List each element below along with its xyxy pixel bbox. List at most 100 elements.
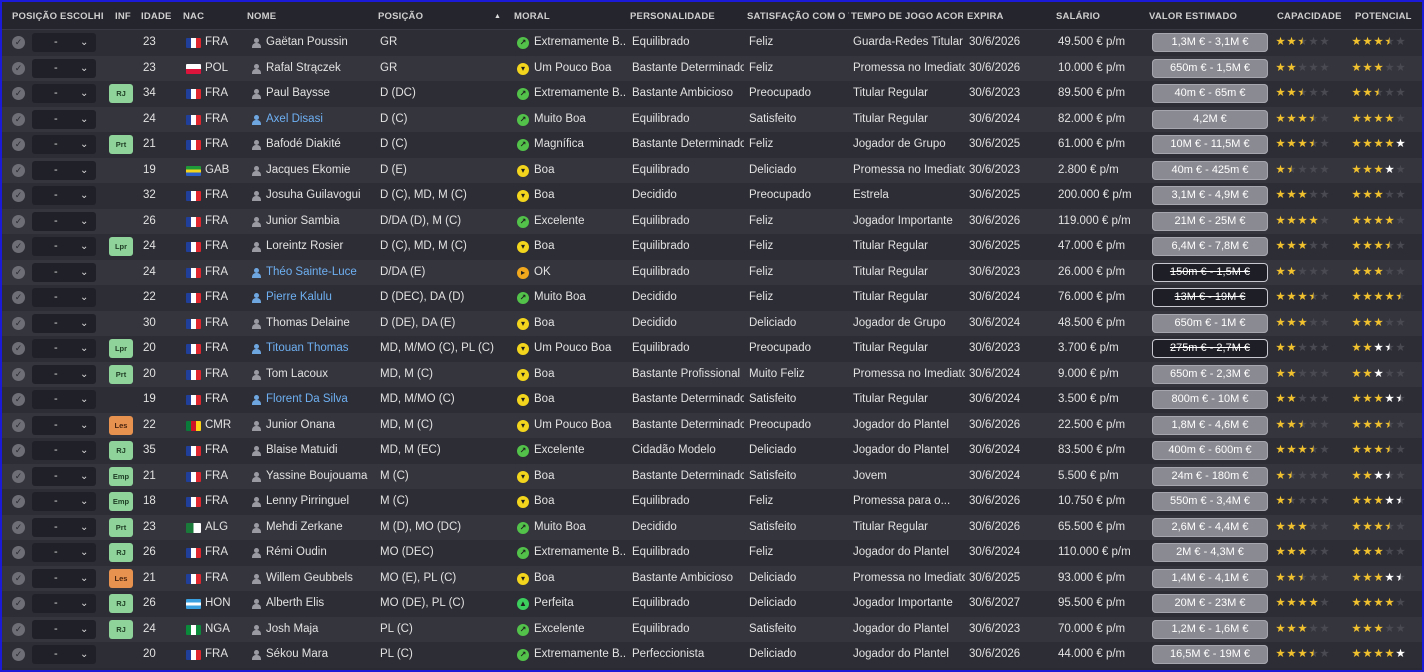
player-name-link[interactable]: Sékou Mara bbox=[266, 642, 376, 668]
position-select-dropdown[interactable]: - ⌄ bbox=[32, 160, 96, 180]
row-select-check-icon[interactable]: ✓ bbox=[12, 597, 25, 610]
player-name-link[interactable]: Junior Onana bbox=[266, 413, 376, 439]
info-badge[interactable]: Lpr bbox=[109, 339, 133, 358]
col-header-nationality[interactable]: NAC bbox=[183, 2, 219, 30]
position-select-dropdown[interactable]: - ⌄ bbox=[32, 492, 96, 511]
info-badge[interactable]: Lpr bbox=[109, 237, 133, 256]
col-header-position-selected[interactable]: POSIÇÃO ESCOLHIDA bbox=[12, 2, 104, 30]
player-name-link[interactable]: Gaëtan Poussin bbox=[266, 30, 376, 56]
row-select-check-icon[interactable]: ✓ bbox=[12, 316, 25, 330]
position-select-dropdown[interactable]: - ⌄ bbox=[32, 390, 96, 409]
info-badge[interactable]: RJ bbox=[109, 543, 133, 562]
player-name-link[interactable]: Jacques Ekomie bbox=[266, 158, 376, 184]
estimated-value-pill[interactable]: 6,4M € - 7,8M € bbox=[1152, 237, 1268, 256]
estimated-value-pill[interactable]: 20M € - 23M € bbox=[1152, 594, 1268, 613]
estimated-value-pill[interactable]: 1,8M € - 4,6M € bbox=[1152, 415, 1268, 435]
position-select-dropdown[interactable]: - ⌄ bbox=[32, 186, 96, 205]
position-select-dropdown[interactable]: - ⌄ bbox=[32, 619, 96, 639]
estimated-value-pill[interactable]: 40m € - 425m € bbox=[1152, 160, 1268, 180]
player-row[interactable]: ✓ - ⌄ 30 FRA Thomas Delaine D (DE), DA (E) ▾ Boa… bbox=[2, 310, 1422, 336]
info-badge[interactable]: RJ bbox=[109, 441, 133, 460]
col-header-expires[interactable]: EXPIRA bbox=[967, 2, 1047, 30]
estimated-value-pill[interactable]: 800m € - 10M € bbox=[1152, 390, 1268, 409]
player-row[interactable]: ✓ - ⌄ Lpr 24 FRA Loreintz Rosier D (C), MD, M (… bbox=[2, 234, 1422, 260]
estimated-value-pill[interactable]: 13M € - 19M € bbox=[1152, 288, 1268, 307]
col-header-inf[interactable]: INF bbox=[115, 2, 135, 30]
info-badge[interactable]: Prt bbox=[109, 517, 133, 537]
estimated-value-pill[interactable]: 650m € - 1M € bbox=[1152, 313, 1268, 333]
row-select-check-icon[interactable]: ✓ bbox=[12, 265, 25, 279]
position-select-dropdown[interactable]: - ⌄ bbox=[32, 339, 96, 358]
player-row[interactable]: ✓ - ⌄ RJ 26 HON Alberth Elis MO (DE), PL (C) ▲ Pe… bbox=[2, 591, 1422, 617]
position-select-dropdown[interactable]: - ⌄ bbox=[32, 84, 96, 103]
estimated-value-pill[interactable]: 275m € - 2,7M € bbox=[1152, 339, 1268, 358]
row-select-check-icon[interactable]: ✓ bbox=[12, 571, 25, 585]
row-select-check-icon[interactable]: ✓ bbox=[12, 240, 25, 253]
estimated-value-pill[interactable]: 150m € - 1,5M € bbox=[1152, 262, 1268, 282]
row-select-check-icon[interactable]: ✓ bbox=[12, 418, 25, 432]
position-select-dropdown[interactable]: - ⌄ bbox=[32, 288, 96, 307]
row-select-check-icon[interactable]: ✓ bbox=[12, 87, 25, 100]
player-row[interactable]: ✓ - ⌄ Les 22 CMR Junior Onana MD, M (C) ▾ Um Pouc… bbox=[2, 412, 1422, 439]
player-row[interactable]: ✓ - ⌄ Les 21 FRA Willem Geubbels MO (E), PL (C)… bbox=[2, 565, 1422, 592]
estimated-value-pill[interactable]: 4,2M € bbox=[1152, 109, 1268, 129]
info-badge[interactable]: Prt bbox=[109, 135, 133, 154]
player-row[interactable]: ✓ - ⌄ 22 FRA Pierre Kalulu D (DEC), DA (D) ↗ Mui… bbox=[2, 285, 1422, 311]
estimated-value-pill[interactable]: 24m € - 180m € bbox=[1152, 466, 1268, 486]
col-header-potential[interactable]: POTENCIAL bbox=[1355, 2, 1415, 30]
player-row[interactable]: ✓ - ⌄ 32 FRA Josuha Guilavogui D (C), MD, M (C… bbox=[2, 183, 1422, 209]
position-select-dropdown[interactable]: - ⌄ bbox=[32, 135, 96, 154]
row-select-check-icon[interactable]: ✓ bbox=[12, 393, 25, 406]
estimated-value-pill[interactable]: 400m € - 600m € bbox=[1152, 441, 1268, 460]
row-select-check-icon[interactable]: ✓ bbox=[12, 61, 25, 75]
position-select-dropdown[interactable]: - ⌄ bbox=[32, 466, 96, 486]
row-select-check-icon[interactable]: ✓ bbox=[12, 36, 25, 49]
position-select-dropdown[interactable]: - ⌄ bbox=[32, 313, 96, 333]
position-select-dropdown[interactable]: - ⌄ bbox=[32, 594, 96, 613]
info-badge[interactable]: Emp bbox=[109, 466, 133, 486]
player-name-link[interactable]: Rémi Oudin bbox=[266, 540, 376, 566]
col-header-estimated-value[interactable]: VALOR ESTIMADO bbox=[1149, 2, 1259, 30]
row-select-check-icon[interactable]: ✓ bbox=[12, 291, 25, 304]
row-select-check-icon[interactable]: ✓ bbox=[12, 112, 25, 126]
player-name-link[interactable]: Josuha Guilavogui bbox=[266, 183, 376, 209]
col-header-morale[interactable]: MORAL bbox=[514, 2, 614, 30]
player-row[interactable]: ✓ - ⌄ RJ 26 FRA Rémi Oudin MO (DEC) ↗ Extremament… bbox=[2, 540, 1422, 566]
position-select-dropdown[interactable]: - ⌄ bbox=[32, 58, 96, 78]
player-name-link[interactable]: Théo Sainte-Luce bbox=[266, 260, 376, 286]
position-select-dropdown[interactable]: - ⌄ bbox=[32, 645, 96, 664]
col-header-position[interactable]: POSIÇÃO bbox=[378, 2, 478, 30]
row-select-check-icon[interactable]: ✓ bbox=[12, 520, 25, 534]
estimated-value-pill[interactable]: 550m € - 3,4M € bbox=[1152, 492, 1268, 511]
player-name-link[interactable]: Willem Geubbels bbox=[266, 566, 376, 592]
player-name-link[interactable]: Rafal Strączek bbox=[266, 56, 376, 82]
player-row[interactable]: ✓ - ⌄ 26 FRA Junior Sambia D/DA (D), M (C) ↗ Exc… bbox=[2, 208, 1422, 234]
estimated-value-pill[interactable]: 1,4M € - 4,1M € bbox=[1152, 568, 1268, 588]
player-name-link[interactable]: Axel Disasi bbox=[266, 107, 376, 133]
player-name-link[interactable]: Loreintz Rosier bbox=[266, 234, 376, 260]
row-select-check-icon[interactable]: ✓ bbox=[12, 214, 25, 228]
row-select-check-icon[interactable]: ✓ bbox=[12, 495, 25, 508]
row-select-check-icon[interactable]: ✓ bbox=[12, 138, 25, 151]
player-name-link[interactable]: Pierre Kalulu bbox=[266, 285, 376, 311]
player-row[interactable]: ✓ - ⌄ Prt 21 FRA Bafodé Diakité D (C) ↗ Magnífica… bbox=[2, 132, 1422, 158]
player-row[interactable]: ✓ - ⌄ Emp 21 FRA Yassine Boujouama M (C) ▾ Boa Bas… bbox=[2, 463, 1422, 490]
player-name-link[interactable]: Mehdi Zerkane bbox=[266, 515, 376, 541]
info-badge[interactable]: RJ bbox=[109, 594, 133, 613]
position-select-dropdown[interactable]: - ⌄ bbox=[32, 441, 96, 460]
player-row[interactable]: ✓ - ⌄ 19 GAB Jacques Ekomie D (E) ▾ Boa Equilibra… bbox=[2, 157, 1422, 184]
player-row[interactable]: ✓ - ⌄ Emp 18 FRA Lenny Pirringuel M (C) ▾ Boa Equi… bbox=[2, 489, 1422, 515]
position-select-dropdown[interactable]: - ⌄ bbox=[32, 237, 96, 256]
position-select-dropdown[interactable]: - ⌄ bbox=[32, 517, 96, 537]
col-header-personality[interactable]: PERSONALIDADE bbox=[630, 2, 740, 30]
position-select-dropdown[interactable]: - ⌄ bbox=[32, 568, 96, 588]
estimated-value-pill[interactable]: 1,3M € - 3,1M € bbox=[1152, 33, 1268, 52]
player-name-link[interactable]: Yassine Boujouama bbox=[266, 464, 376, 490]
player-name-link[interactable]: Titouan Thomas bbox=[266, 336, 376, 362]
info-badge[interactable]: Les bbox=[109, 415, 133, 435]
row-select-check-icon[interactable]: ✓ bbox=[12, 648, 25, 661]
player-name-link[interactable]: Blaise Matuidi bbox=[266, 438, 376, 464]
player-name-link[interactable]: Paul Baysse bbox=[266, 81, 376, 107]
estimated-value-pill[interactable]: 2,6M € - 4,4M € bbox=[1152, 517, 1268, 537]
position-select-dropdown[interactable]: - ⌄ bbox=[32, 33, 96, 52]
